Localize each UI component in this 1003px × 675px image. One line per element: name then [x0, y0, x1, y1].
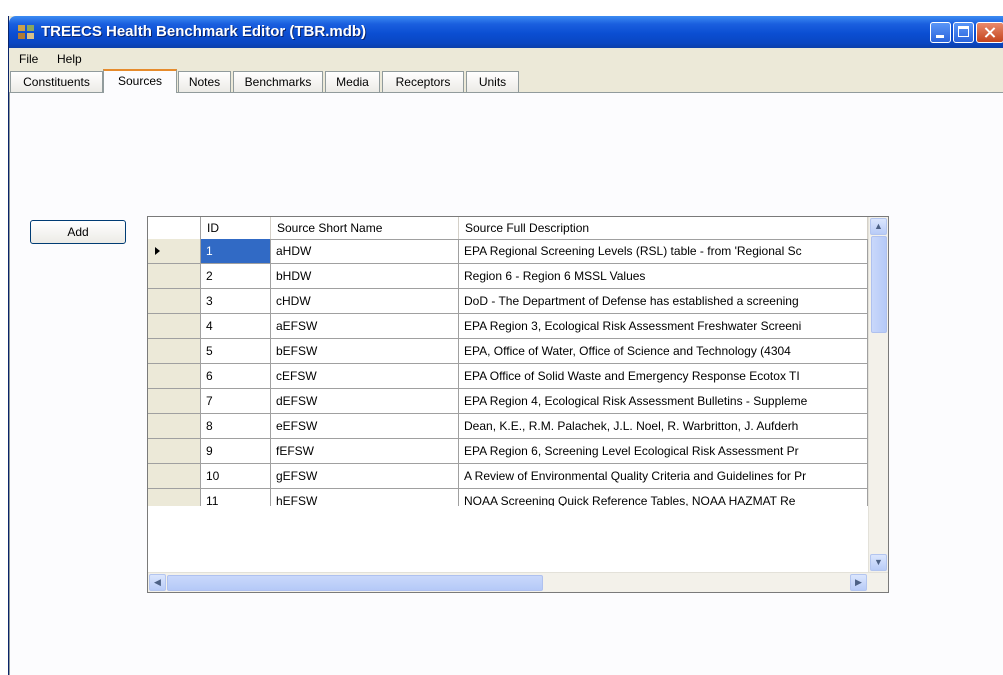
- cell-description[interactable]: EPA Office of Solid Waste and Emergency …: [459, 364, 868, 389]
- table-row[interactable]: 7 dEFSW EPA Region 4, Ecological Risk As…: [148, 389, 868, 414]
- cell-id[interactable]: 11: [201, 489, 271, 506]
- cell-id[interactable]: 5: [201, 339, 271, 364]
- row-selector[interactable]: [148, 239, 201, 264]
- row-selector[interactable]: [148, 489, 201, 506]
- cell-short-name[interactable]: cEFSW: [271, 364, 459, 389]
- horizontal-scrollbar[interactable]: ◀ ▶: [148, 572, 888, 592]
- title-bar[interactable]: TREECS Health Benchmark Editor (TBR.mdb): [9, 16, 1003, 48]
- cell-id[interactable]: 2: [201, 264, 271, 289]
- row-selector[interactable]: [148, 464, 201, 489]
- cell-id[interactable]: 4: [201, 314, 271, 339]
- tab-benchmarks[interactable]: Benchmarks: [233, 71, 323, 92]
- cell-description[interactable]: EPA Region 6, Screening Level Ecological…: [459, 439, 868, 464]
- row-selector[interactable]: [148, 264, 201, 289]
- table-row[interactable]: 3 cHDW DoD - The Department of Defense h…: [148, 289, 868, 314]
- cell-short-name[interactable]: cHDW: [271, 289, 459, 314]
- table-row[interactable]: 5 bEFSW EPA, Office of Water, Office of …: [148, 339, 868, 364]
- cell-short-name[interactable]: bEFSW: [271, 339, 459, 364]
- add-button[interactable]: Add: [30, 220, 126, 244]
- app-icon[interactable]: [18, 25, 34, 39]
- row-selector[interactable]: [148, 389, 201, 414]
- cell-description[interactable]: EPA Regional Screening Levels (RSL) tabl…: [459, 239, 868, 264]
- scroll-left-arrow-icon: ◀: [154, 577, 161, 587]
- maximize-button[interactable]: [953, 22, 974, 43]
- cell-id[interactable]: 6: [201, 364, 271, 389]
- app-window: TREECS Health Benchmark Editor (TBR.mdb)…: [8, 16, 1003, 675]
- cell-id[interactable]: 3: [201, 289, 271, 314]
- cell-short-name[interactable]: fEFSW: [271, 439, 459, 464]
- vertical-scroll-thumb[interactable]: [871, 236, 887, 333]
- minimize-button[interactable]: [930, 22, 951, 43]
- table-row[interactable]: 9 fEFSW EPA Region 6, Screening Level Ec…: [148, 439, 868, 464]
- cell-description[interactable]: Region 6 - Region 6 MSSL Values: [459, 264, 868, 289]
- tab-units[interactable]: Units: [466, 71, 519, 92]
- scroll-left-button[interactable]: ◀: [149, 574, 166, 591]
- row-selector[interactable]: [148, 364, 201, 389]
- cell-short-name[interactable]: eEFSW: [271, 414, 459, 439]
- cell-id[interactable]: 10: [201, 464, 271, 489]
- menu-help[interactable]: Help: [57, 52, 82, 66]
- window-title: TREECS Health Benchmark Editor (TBR.mdb): [41, 23, 367, 40]
- grid-header: ID Source Short Name Source Full Descrip…: [148, 217, 868, 240]
- row-selector[interactable]: [148, 439, 201, 464]
- cell-description[interactable]: Dean, K.E., R.M. Palachek, J.L. Noel, R.…: [459, 414, 868, 439]
- close-button[interactable]: [976, 22, 1003, 43]
- menu-file[interactable]: File: [19, 52, 38, 66]
- scroll-up-arrow-icon: ▲: [874, 221, 883, 231]
- tab-receptors[interactable]: Receptors: [382, 71, 464, 92]
- column-header-full-description[interactable]: Source Full Description: [459, 217, 868, 239]
- cell-id[interactable]: 1: [201, 239, 271, 264]
- cell-description[interactable]: EPA Region 4, Ecological Risk Assessment…: [459, 389, 868, 414]
- tab-sources[interactable]: Sources: [103, 69, 177, 93]
- cell-short-name[interactable]: hEFSW: [271, 489, 459, 506]
- tab-notes[interactable]: Notes: [178, 71, 231, 92]
- column-header-id[interactable]: ID: [201, 217, 271, 239]
- tab-media[interactable]: Media: [325, 71, 380, 92]
- table-row[interactable]: 8 eEFSW Dean, K.E., R.M. Palachek, J.L. …: [148, 414, 868, 439]
- row-selector[interactable]: [148, 339, 201, 364]
- table-row[interactable]: 1 aHDW EPA Regional Screening Levels (RS…: [148, 239, 868, 264]
- scroll-right-button[interactable]: ▶: [850, 574, 867, 591]
- table-row[interactable]: 6 cEFSW EPA Office of Solid Waste and Em…: [148, 364, 868, 389]
- cell-short-name[interactable]: aHDW: [271, 239, 459, 264]
- cell-description[interactable]: A Review of Environmental Quality Criter…: [459, 464, 868, 489]
- table-row[interactable]: 2 bHDW Region 6 - Region 6 MSSL Values: [148, 264, 868, 289]
- cell-description[interactable]: DoD - The Department of Defense has esta…: [459, 289, 868, 314]
- scroll-right-arrow-icon: ▶: [855, 577, 862, 587]
- table-row[interactable]: 10 gEFSW A Review of Environmental Quali…: [148, 464, 868, 489]
- cell-description[interactable]: EPA, Office of Water, Office of Science …: [459, 339, 868, 364]
- cell-short-name[interactable]: gEFSW: [271, 464, 459, 489]
- row-selector[interactable]: [148, 314, 201, 339]
- cell-short-name[interactable]: bHDW: [271, 264, 459, 289]
- cell-description[interactable]: EPA Region 3, Ecological Risk Assessment…: [459, 314, 868, 339]
- sources-panel: Add ID Source Short Name Source Full Des…: [9, 93, 1003, 675]
- cell-short-name[interactable]: dEFSW: [271, 389, 459, 414]
- row-selector-arrow-icon: [155, 247, 160, 255]
- row-header-corner: [148, 217, 201, 239]
- menu-bar: File Help: [9, 48, 1003, 69]
- tab-strip: Constituents Sources Notes Benchmarks Me…: [9, 69, 1003, 93]
- scroll-down-arrow-icon: ▼: [874, 557, 883, 567]
- column-header-short-name[interactable]: Source Short Name: [271, 217, 459, 239]
- row-selector[interactable]: [148, 414, 201, 439]
- horizontal-scroll-thumb[interactable]: [167, 575, 543, 591]
- scroll-down-button[interactable]: ▼: [870, 554, 887, 571]
- scroll-up-button[interactable]: ▲: [870, 218, 887, 235]
- cell-description[interactable]: NOAA Screening Quick Reference Tables, N…: [459, 489, 868, 506]
- table-row[interactable]: 11 hEFSW NOAA Screening Quick Reference …: [148, 489, 868, 506]
- sources-grid[interactable]: ID Source Short Name Source Full Descrip…: [147, 216, 889, 593]
- tab-constituents[interactable]: Constituents: [10, 71, 103, 92]
- row-selector[interactable]: [148, 289, 201, 314]
- cell-id[interactable]: 9: [201, 439, 271, 464]
- cell-short-name[interactable]: aEFSW: [271, 314, 459, 339]
- cell-id[interactable]: 8: [201, 414, 271, 439]
- cell-id[interactable]: 7: [201, 389, 271, 414]
- table-row[interactable]: 4 aEFSW EPA Region 3, Ecological Risk As…: [148, 314, 868, 339]
- vertical-scrollbar[interactable]: ▲ ▼: [868, 217, 888, 572]
